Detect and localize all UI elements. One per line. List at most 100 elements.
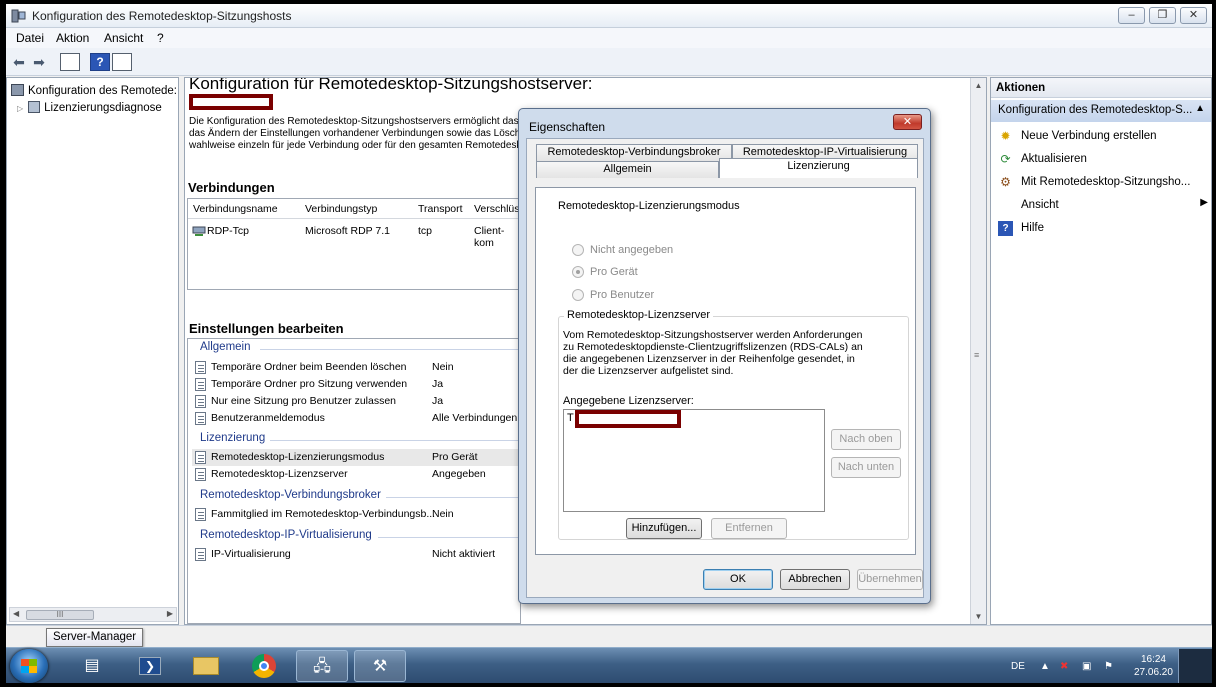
description-line: Die Konfiguration des Remotedesktop-Sitz…	[189, 116, 519, 127]
dialog-body: Remotedesktop-Verbindungsbroker Remotede…	[526, 138, 924, 598]
action-connect[interactable]: ⚙ Mit Remotedesktop-Sitzungsho...	[998, 174, 1208, 192]
actions-section-header[interactable]: Konfiguration des Remotedesktop-S... ▲	[991, 100, 1211, 122]
setting-name: Remotedesktop-Lizenzserver	[211, 468, 348, 480]
radio-button[interactable]	[572, 289, 584, 301]
taskbar-powershell[interactable]: ❯	[124, 650, 176, 682]
center-vertical-scrollbar[interactable]: ▲ ≡ ▼	[970, 78, 986, 624]
new-connection-icon: ✹	[1000, 129, 1011, 143]
scroll-grip-icon[interactable]: ≡	[974, 350, 979, 360]
scroll-right-icon[interactable]: ▶	[167, 609, 173, 618]
column-header[interactable]: Verbindungsname	[193, 203, 278, 215]
expand-icon[interactable]: ▷	[17, 104, 23, 113]
column-header[interactable]: Verbindungstyp	[305, 203, 377, 215]
group-label: Remotedesktop-Verbindungsbroker	[200, 489, 381, 501]
show-hide-actions-icon[interactable]	[112, 53, 132, 71]
description-line: das Ändern der Einstellungen vorhandener…	[189, 128, 521, 139]
language-indicator[interactable]: DE	[1011, 661, 1025, 672]
setting-icon	[195, 395, 206, 408]
actions-pane: Aktionen Konfiguration des Remotedesktop…	[990, 77, 1212, 625]
setting-value: Nein	[432, 361, 454, 373]
connect-icon: ⚙	[1000, 175, 1011, 189]
tab-verbindungsbroker[interactable]: Remotedesktop-Verbindungsbroker	[536, 144, 732, 161]
action-label: Mit Remotedesktop-Sitzungsho...	[1021, 176, 1191, 188]
taskbar-remote-desktop[interactable]: 🖧	[296, 650, 348, 682]
tab-allgemein[interactable]: Allgemein	[536, 161, 719, 178]
action-view[interactable]: Ansicht ▶	[998, 197, 1208, 215]
taskbar-explorer[interactable]	[180, 650, 232, 682]
cancel-button[interactable]: Abbrechen	[780, 569, 850, 590]
action-label: Aktualisieren	[1021, 153, 1087, 165]
dialog-title: Eigenschaften	[529, 120, 606, 134]
minimize-button[interactable]: ‒	[1118, 7, 1145, 24]
action-label: Hilfe	[1021, 222, 1045, 234]
show-hide-tree-icon[interactable]	[60, 53, 80, 71]
menu-ansicht[interactable]: Ansicht	[104, 31, 143, 45]
setting-row[interactable]: Temporäre Ordner beim Beenden löschen Nei…	[192, 359, 522, 376]
properties-dialog: Eigenschaften ✕ Remotedesktop-Verbindung…	[518, 108, 931, 604]
setting-row[interactable]: Remotedesktop-Lizenzserver Angegeben	[192, 466, 522, 483]
dialog-close-button[interactable]: ✕	[893, 114, 922, 130]
license-server-list[interactable]: T	[563, 409, 825, 512]
setting-row[interactable]: Benutzeranmeldemodus Alle Verbindungen zu	[192, 410, 531, 427]
tab-lizenzierung[interactable]: Lizenzierung	[719, 158, 918, 178]
collapse-arrow-icon[interactable]: ▲	[1195, 103, 1205, 114]
add-button[interactable]: Hinzufügen...	[626, 518, 702, 539]
taskbar-rd-config[interactable]: ⚒	[354, 650, 406, 682]
list-item[interactable]: T	[567, 412, 574, 424]
radio-button-checked[interactable]	[572, 266, 584, 278]
title-bar: Konfiguration des Remotedesktop-Sitzungs…	[6, 4, 1212, 28]
remove-button[interactable]: Entfernen	[711, 518, 787, 539]
column-header[interactable]: Transport	[418, 203, 463, 215]
taskbar-chrome[interactable]	[238, 650, 290, 682]
setting-row[interactable]: Fammitglied im Remotedesktop-Verbindungs…	[192, 506, 522, 523]
move-down-button[interactable]: Nach unten	[831, 457, 901, 478]
tree-item-root[interactable]: Konfiguration des Remotede:	[11, 84, 177, 97]
setting-value: Pro Gerät	[432, 451, 478, 463]
scroll-up-icon[interactable]: ▲	[971, 78, 986, 93]
setting-value: Nein	[432, 508, 454, 520]
action-help[interactable]: ? Hilfe	[998, 220, 1208, 238]
tray-expand-icon[interactable]: ▲	[1040, 661, 1050, 672]
navigation-tree: Konfiguration des Remotede: ▷ Lizenzierun…	[6, 77, 179, 625]
action-new-connection[interactable]: ✹ Neue Verbindung erstellen	[998, 128, 1208, 146]
tree-item-lizenzierungsdiagnose[interactable]: ▷ Lizenzierungsdiagnose	[17, 101, 162, 114]
scroll-left-icon[interactable]: ◀	[13, 609, 19, 618]
volume-muted-icon[interactable]: ✖	[1060, 661, 1068, 672]
move-up-button[interactable]: Nach oben	[831, 429, 901, 450]
forward-icon[interactable]: ➡	[30, 53, 48, 71]
group-label: Remotedesktop-IP-Virtualisierung	[200, 529, 372, 541]
scroll-down-icon[interactable]: ▼	[971, 609, 986, 624]
start-button[interactable]	[10, 649, 48, 683]
setting-icon	[195, 451, 206, 464]
apply-button[interactable]: Übernehmen	[857, 569, 923, 590]
setting-value: Ja	[432, 378, 444, 390]
menu-datei[interactable]: Datei	[16, 31, 44, 45]
show-desktop-button[interactable]	[1178, 649, 1212, 683]
maximize-button[interactable]: ❐	[1149, 7, 1176, 24]
radio-button[interactable]	[572, 244, 584, 256]
powershell-icon: ❯	[139, 657, 161, 675]
setting-row[interactable]: IP-Virtualisierung Nicht aktiviert	[192, 546, 522, 563]
action-center-icon[interactable]: ⚑	[1104, 661, 1113, 672]
menu-help[interactable]: ?	[157, 31, 164, 45]
window-title: Konfiguration des Remotedesktop-Sitzungs…	[32, 9, 292, 23]
network-icon[interactable]: ▣	[1082, 661, 1091, 672]
clock[interactable]: 16:24 27.06.20	[1134, 653, 1173, 679]
close-button[interactable]: ✕	[1180, 7, 1207, 24]
menu-aktion[interactable]: Aktion	[56, 31, 89, 45]
setting-value: Angegeben	[432, 468, 486, 480]
setting-row[interactable]: Temporäre Ordner pro Sitzung verwenden Ja	[192, 376, 522, 393]
help-icon[interactable]: ?	[90, 53, 110, 71]
clock-date: 27.06.20	[1134, 667, 1173, 678]
scroll-thumb[interactable]: III	[26, 610, 94, 620]
back-icon[interactable]: ⬅	[10, 53, 28, 71]
taskbar-server-manager[interactable]: ▤	[66, 650, 118, 682]
action-refresh[interactable]: ⟳ Aktualisieren	[998, 151, 1208, 169]
ok-button[interactable]: OK	[703, 569, 773, 590]
diagnosis-icon	[28, 101, 41, 113]
tree-horizontal-scrollbar[interactable]: ◀ III ▶	[9, 607, 177, 622]
setting-row-selected[interactable]: Remotedesktop-Lizenzierungsmodus Pro Gerä…	[192, 449, 522, 466]
setting-row[interactable]: Nur eine Sitzung pro Benutzer zulassen Ja	[192, 393, 522, 410]
group-divider	[378, 537, 522, 538]
tree-child-label: Lizenzierungsdiagnose	[44, 102, 162, 114]
